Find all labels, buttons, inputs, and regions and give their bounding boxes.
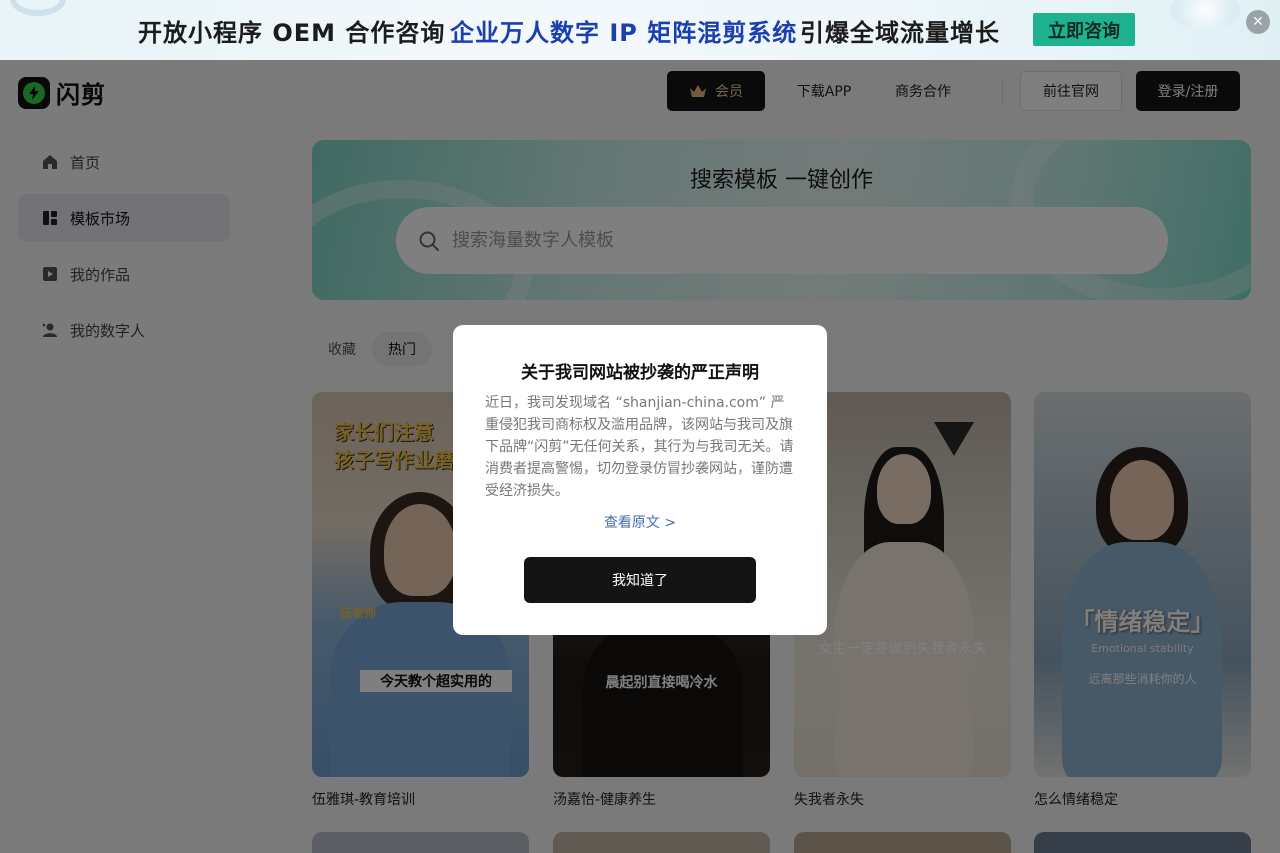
dialog-title: 关于我司网站被抄袭的严正声明 (521, 363, 759, 383)
banner-consult-button[interactable]: 立即咨询 (1033, 13, 1135, 46)
banner-text-growth: 引爆全域流量增长 (800, 19, 1000, 47)
acknowledge-button[interactable]: 我知道了 (524, 557, 756, 603)
notice-dialog: 关于我司网站被抄袭的严正声明 近日，我司发现域名 “shanjian-china… (453, 325, 827, 635)
banner-decoration (1170, 0, 1240, 30)
banner-text-system: 企业万人数字 IP 矩阵混剪系统 (450, 19, 798, 47)
promo-banner[interactable]: 开放小程序 OEM 合作咨询 企业万人数字 IP 矩阵混剪系统 引爆全域流量增长… (0, 0, 1280, 60)
view-original-link[interactable]: 查看原文 > (453, 512, 827, 532)
banner-decoration (10, 0, 66, 16)
banner-text-oem: 开放小程序 OEM 合作咨询 (138, 19, 446, 47)
dialog-body: 近日，我司发现域名 “shanjian-china.com” 严重侵犯我司商标权… (485, 395, 794, 499)
banner-close-icon[interactable]: ✕ (1246, 10, 1270, 34)
